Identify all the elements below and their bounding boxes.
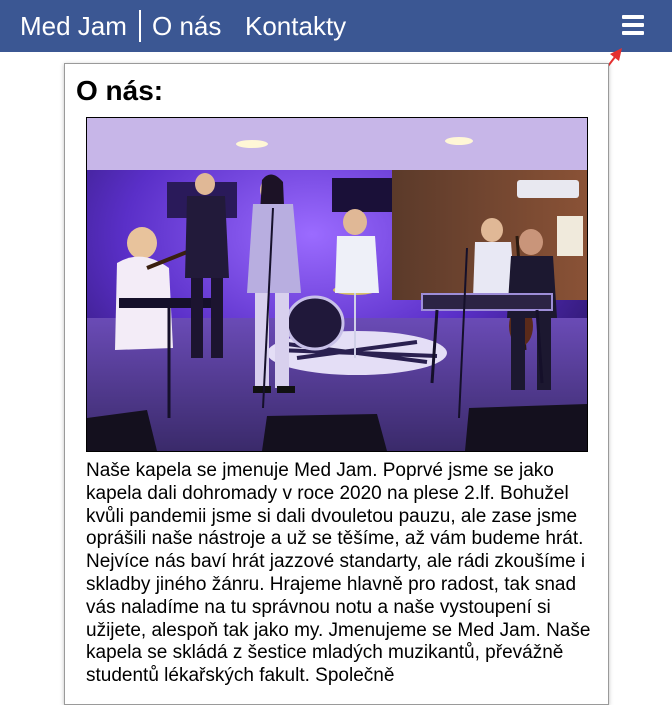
band-photo (86, 117, 588, 452)
menu-bar-middle (622, 23, 644, 27)
menu-bar-bottom (622, 31, 644, 35)
hamburger-menu-icon[interactable] (620, 12, 646, 38)
about-card: O nás: Naše kapela se jmenuje Med Jam. P… (64, 63, 609, 705)
page-title: O nás: (76, 75, 164, 106)
menu-bar-top (622, 15, 644, 19)
nav-link-contacts[interactable]: Kontakty (245, 9, 346, 43)
nav-link-about[interactable]: O nás (152, 9, 221, 43)
brand-link[interactable]: Med Jam (20, 9, 127, 43)
band-photo-illustration (87, 118, 587, 451)
about-paragraph: Naše kapela se jmenuje Med Jam. Poprvé j… (86, 460, 591, 687)
top-navbar: Med Jam O nás Kontakty (0, 0, 672, 52)
nav-divider (139, 10, 141, 42)
